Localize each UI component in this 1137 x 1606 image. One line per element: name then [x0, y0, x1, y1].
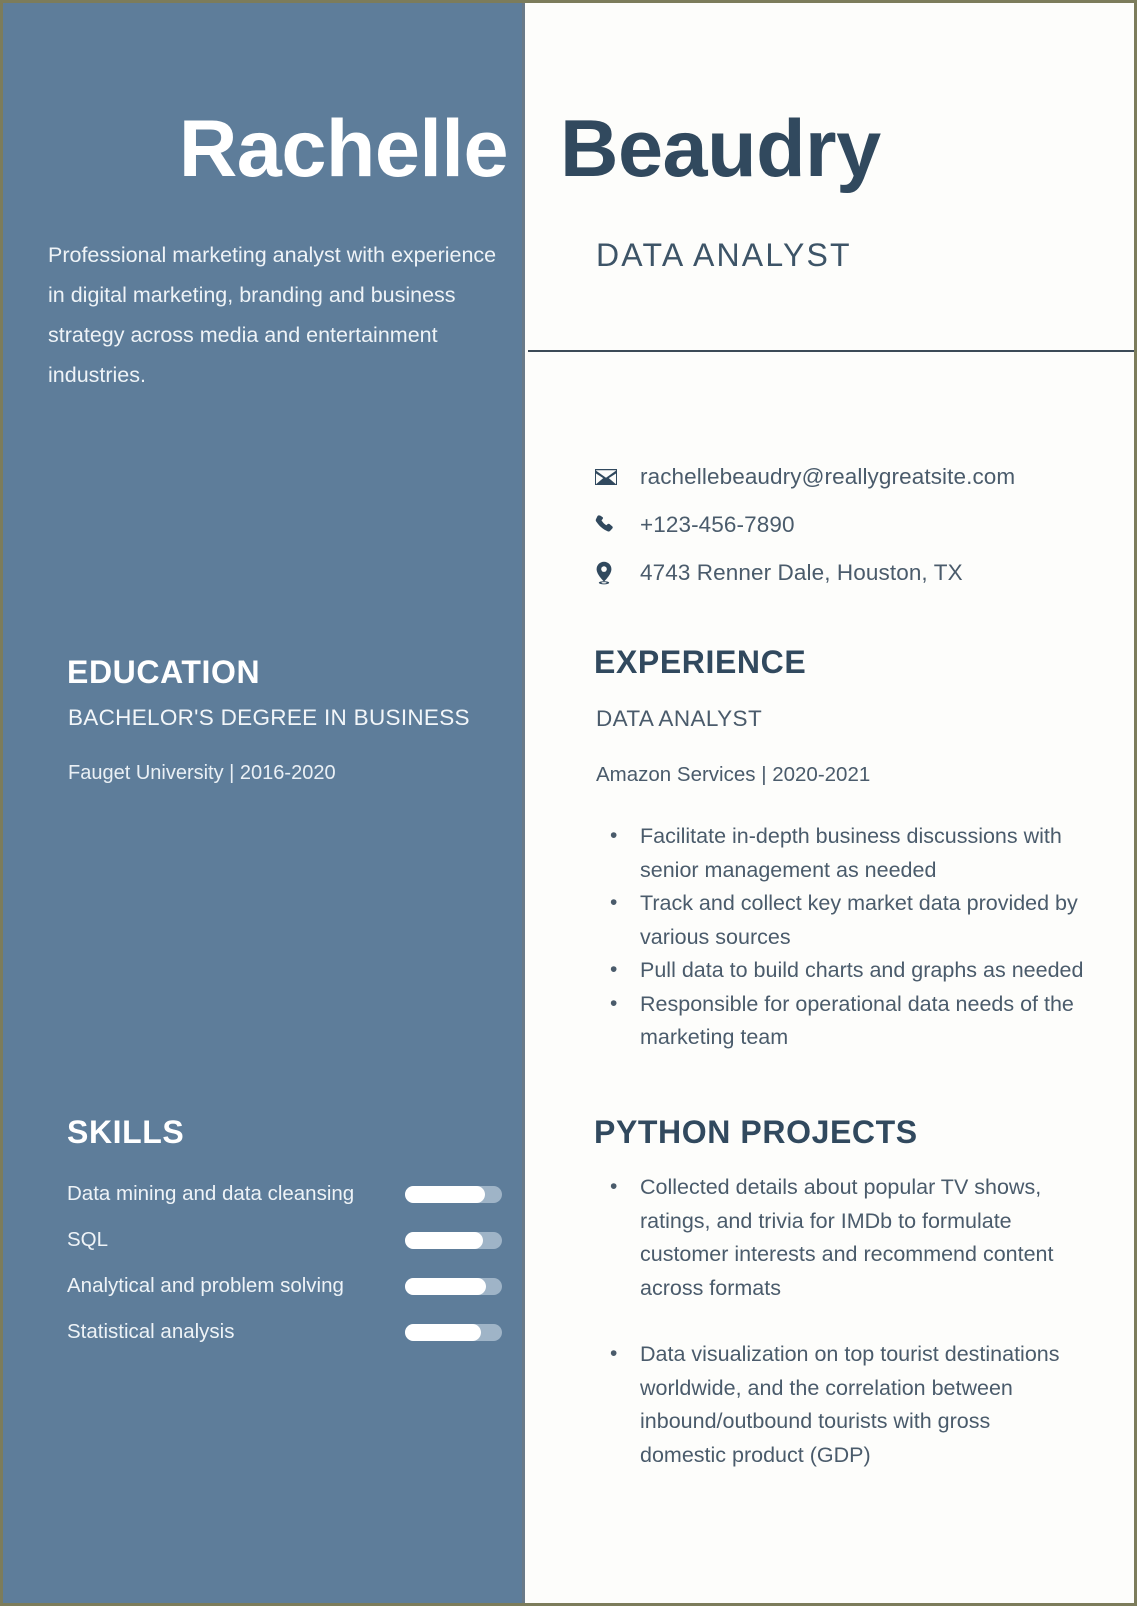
header-divider	[528, 350, 1134, 352]
contact-row-email[interactable]: rachellebeaudry@reallygreatsite.com	[594, 453, 1114, 501]
experience-bullets: Facilitate in-depth business discussions…	[596, 819, 1096, 1055]
skill-label: Data mining and data cleansing	[67, 1182, 355, 1205]
envelope-icon	[594, 468, 640, 486]
skill-row: Analytical and problem solving	[67, 1263, 502, 1309]
skill-row: Data mining and data cleansing	[67, 1171, 502, 1217]
skill-label: Analytical and problem solving	[67, 1274, 344, 1297]
resume-page: Rachelle Professional marketing analyst …	[0, 0, 1137, 1606]
skill-label: SQL	[67, 1228, 109, 1251]
project-bullets: Collected details about popular TV shows…	[596, 1170, 1076, 1505]
professional-summary: Professional marketing analyst with expe…	[48, 243, 497, 387]
list-item: Data visualization on top tourist destin…	[596, 1337, 1076, 1472]
skill-bar-fill	[405, 1231, 483, 1249]
python-projects-heading: PYTHON PROJECTS	[594, 1114, 918, 1150]
contact-phone: +123-456-7890	[640, 512, 795, 537]
skill-bar-track	[405, 1231, 502, 1249]
location-pin-icon	[594, 561, 640, 585]
contact-email: rachellebeaudry@reallygreatsite.com	[640, 464, 1016, 489]
first-name: Rachelle	[178, 104, 509, 194]
contact-address: 4743 Renner Dale, Houston, TX	[640, 560, 963, 585]
job-title: DATA ANALYST	[596, 237, 852, 273]
sidebar: Rachelle Professional marketing analyst …	[3, 3, 525, 1603]
main-column: Beaudry DATA ANALYST rachellebeaudry@rea…	[528, 3, 1134, 1603]
education-degree: BACHELOR'S DEGREE IN BUSINESS	[68, 705, 470, 730]
list-item: Facilitate in-depth business discussions…	[596, 819, 1096, 887]
list-item: Responsible for operational data needs o…	[596, 987, 1096, 1055]
contact-list: rachellebeaudry@reallygreatsite.com +123…	[594, 453, 1114, 597]
experience-company: Amazon Services | 2020-2021	[596, 763, 871, 786]
skill-bar-track	[405, 1277, 502, 1295]
education-heading: EDUCATION	[67, 654, 261, 690]
list-item: Pull data to build charts and graphs as …	[596, 953, 1096, 988]
skill-label: Statistical analysis	[67, 1320, 235, 1343]
skill-bar-track	[405, 1323, 502, 1341]
education-school: Fauget University | 2016-2020	[68, 762, 336, 784]
skill-row: Statistical analysis	[67, 1309, 502, 1355]
contact-row-phone[interactable]: +123-456-7890	[594, 501, 1114, 549]
skill-bar-fill	[405, 1323, 481, 1341]
experience-role: DATA ANALYST	[596, 706, 763, 731]
last-name: Beaudry	[560, 104, 881, 194]
skill-bar-fill	[405, 1277, 487, 1295]
list-item: Collected details about popular TV shows…	[596, 1170, 1076, 1305]
experience-heading: EXPERIENCE	[594, 644, 807, 680]
skills-heading: SKILLS	[67, 1114, 185, 1150]
phone-icon	[594, 514, 640, 536]
skill-bar-track	[405, 1185, 502, 1203]
list-item: Track and collect key market data provid…	[596, 886, 1096, 954]
skill-row: SQL	[67, 1217, 502, 1263]
contact-row-address[interactable]: 4743 Renner Dale, Houston, TX	[594, 549, 1114, 597]
skills-list: Data mining and data cleansing SQL Analy…	[67, 1171, 502, 1355]
skill-bar-fill	[405, 1185, 485, 1203]
